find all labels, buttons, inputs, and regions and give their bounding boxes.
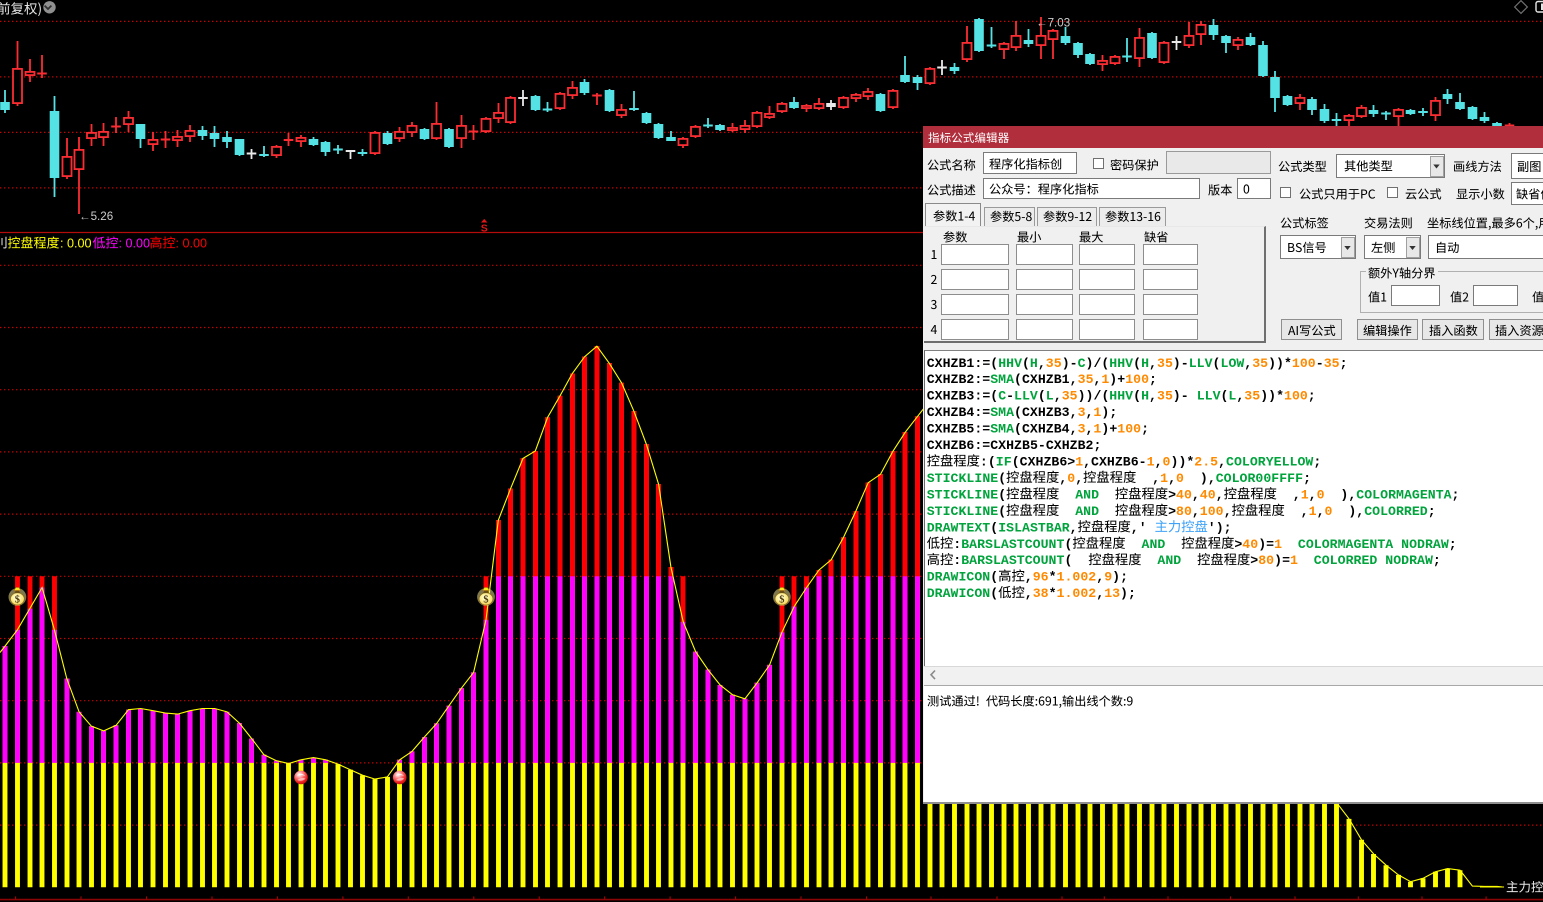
svg-text:←7.03: ←7.03 bbox=[1036, 17, 1070, 30]
svg-text:←5.26: ←5.26 bbox=[79, 210, 113, 223]
svg-text:S: S bbox=[481, 223, 488, 235]
